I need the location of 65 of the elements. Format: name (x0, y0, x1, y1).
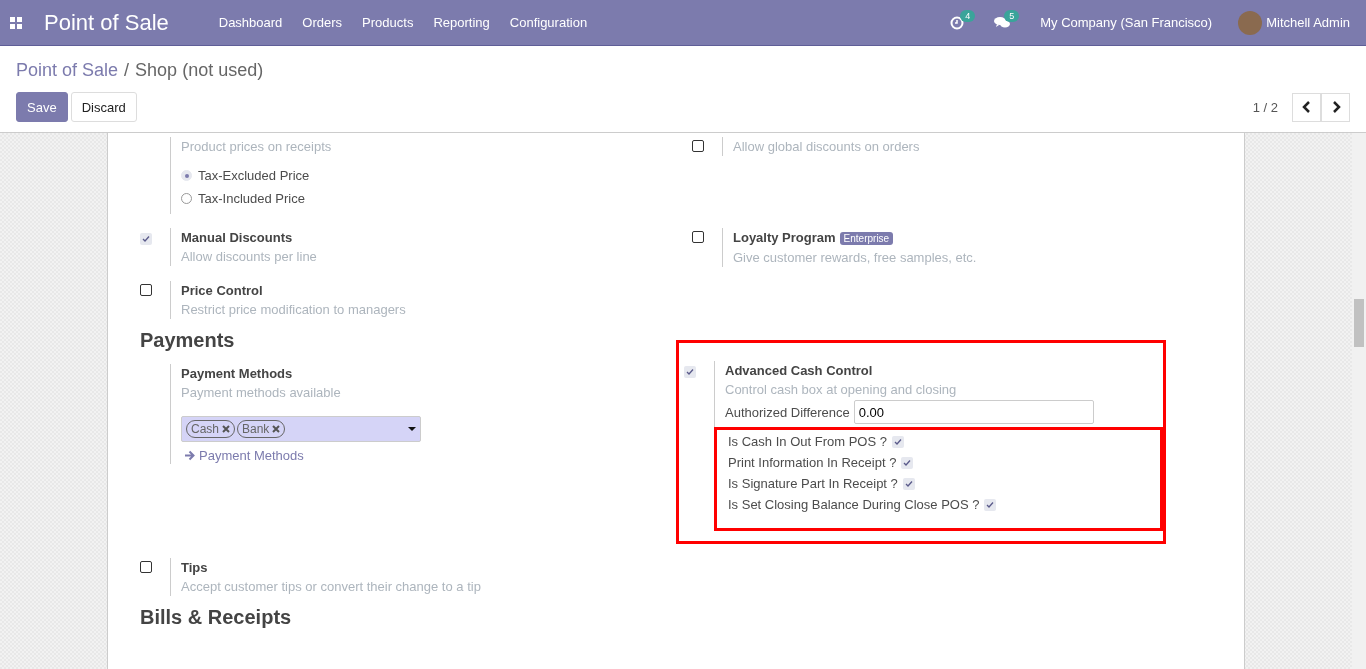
radio-label: Tax-Included Price (198, 191, 305, 206)
save-button[interactable]: Save (16, 92, 68, 122)
chevron-right-icon (1330, 101, 1341, 113)
caret-icon[interactable] (408, 426, 416, 432)
checkbox[interactable] (140, 284, 152, 296)
scrollbar[interactable] (1352, 133, 1366, 669)
setting-description: Control cash box at opening and closing (725, 381, 958, 399)
message-count-badge: 5 (1004, 9, 1020, 22)
setting-title: Manual Discounts (181, 230, 293, 245)
authorized-difference-input[interactable]: 0.00 (853, 400, 1094, 424)
setting-description: Allow global discounts on orders (733, 138, 921, 156)
setting-title: Loyalty Program (733, 230, 836, 245)
app-title: Point of Sale (44, 9, 169, 36)
setting-title: Price Control (181, 283, 263, 298)
payment-methods-link[interactable]: Payment Methods (184, 448, 304, 463)
checkbox[interactable] (684, 366, 696, 378)
setting-description: Restrict price modification to managers (181, 301, 407, 319)
checkbox[interactable] (891, 435, 904, 448)
menu-item[interactable]: Reporting (423, 15, 500, 30)
option-label: Is Signature Part In Receipt ? (728, 476, 898, 491)
radio-button[interactable] (181, 193, 192, 204)
remove-icon[interactable] (272, 425, 281, 433)
enterprise-badge: Enterprise (839, 232, 894, 245)
option-label: Is Set Closing Balance During Close POS ? (728, 497, 980, 512)
setting-description: Give customer rewards, free samples, etc. (733, 249, 978, 267)
remove-icon[interactable] (222, 425, 230, 433)
discard-button[interactable]: Discard (70, 92, 137, 122)
clock-icon[interactable] (950, 15, 965, 30)
radio-label: Tax-Excluded Price (198, 168, 310, 183)
breadcrumb-separator: / (124, 60, 130, 81)
menu-item[interactable]: Configuration (499, 15, 598, 30)
next-button[interactable] (1321, 92, 1350, 122)
breadcrumb-current: Shop (not used) (135, 60, 264, 81)
chevron-left-icon (1301, 101, 1312, 113)
setting-title: Payment Methods (181, 366, 293, 381)
setting-title: Advanced Cash Control (725, 363, 873, 378)
user-menu[interactable]: Mitchell Admin (1266, 15, 1350, 30)
setting-title: Tips (181, 560, 208, 575)
checkbox[interactable] (902, 477, 915, 490)
arrow-right-icon (184, 450, 195, 461)
checkbox[interactable] (140, 233, 152, 245)
setting-description: Accept customer tips or convert their change to a tip (181, 578, 482, 596)
option-label: Print Information In Receipt ? (728, 455, 897, 470)
activity-count-badge: 4 (960, 9, 976, 22)
company-switcher[interactable]: My Company (San Francisco) (1040, 15, 1213, 30)
breadcrumb-link[interactable]: Point of Sale (16, 60, 119, 81)
pager-value: 1 / 2 (1252, 99, 1278, 115)
apps-grid-icon[interactable] (10, 16, 22, 29)
checkbox[interactable] (901, 456, 914, 469)
setting-description: Product prices on receipts (181, 138, 333, 156)
field-label: Authorized Difference (725, 404, 850, 420)
checkbox[interactable] (692, 231, 704, 243)
setting-description: Payment methods available (181, 384, 342, 402)
checkbox[interactable] (984, 498, 997, 511)
payment-methods-field[interactable]: Cash Bank (181, 416, 421, 442)
section-heading: Bills & Receipts (140, 606, 293, 629)
menu-item[interactable]: Products (352, 15, 424, 30)
menu-item[interactable]: Dashboard (208, 15, 293, 30)
section-heading: Payments (140, 329, 236, 352)
option-label: Is Cash In Out From POS ? (728, 434, 887, 449)
menu-item[interactable]: Orders (292, 15, 353, 30)
checkbox[interactable] (140, 561, 152, 573)
setting-description: Allow discounts per line (181, 248, 318, 266)
previous-button[interactable] (1292, 92, 1321, 122)
checkbox[interactable] (692, 140, 704, 152)
